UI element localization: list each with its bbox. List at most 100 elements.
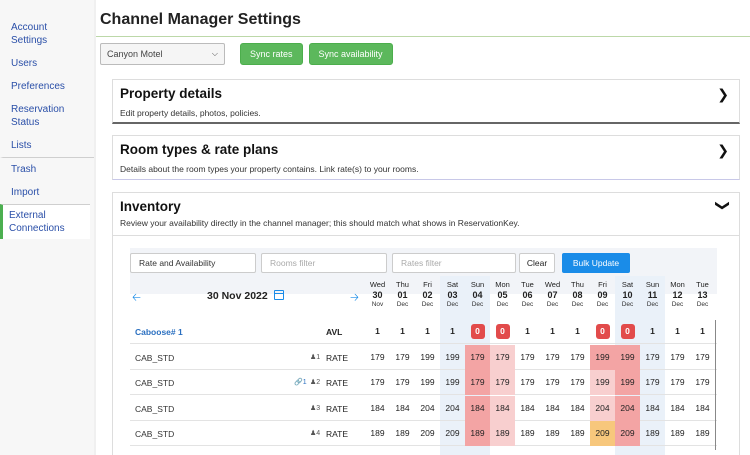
availability-cell[interactable]: 0	[465, 319, 490, 344]
rate-cell[interactable]: 189	[515, 421, 540, 446]
rate-cell[interactable]: 189	[540, 421, 565, 446]
rate-cell[interactable]: 184	[540, 396, 565, 421]
arrow-right-icon[interactable]: 🡢	[350, 289, 359, 308]
rate-cell[interactable]: 199	[415, 370, 440, 395]
rate-cell[interactable]: 179	[690, 345, 715, 370]
rate-cell[interactable]: 199	[415, 345, 440, 370]
rate-cell[interactable]: 179	[640, 345, 665, 370]
rate-cell[interactable]: 199	[590, 370, 615, 395]
room-link[interactable]: Caboose# 1	[135, 327, 183, 337]
chevron-down-icon[interactable]: ❯	[715, 200, 732, 212]
rate-cell[interactable]: 184	[640, 396, 665, 421]
availability-cell[interactable]: 0	[490, 319, 515, 344]
rate-cell[interactable]: 189	[565, 421, 590, 446]
rate-cell[interactable]: 189	[690, 421, 715, 446]
link-icon[interactable]: 🔗1	[294, 378, 307, 386]
room-types-panel[interactable]: Room types & rate plans Details about th…	[112, 135, 740, 180]
scrollbar[interactable]	[715, 320, 716, 450]
calendar-icon[interactable]	[274, 290, 284, 300]
sidebar-item-trash[interactable]: Trash	[0, 157, 94, 181]
occupancy-count: 3	[316, 404, 321, 412]
rate-cell[interactable]: 184	[365, 396, 390, 421]
rate-cell[interactable]: 179	[365, 370, 390, 395]
rate-cell[interactable]: 179	[365, 345, 390, 370]
rate-cell[interactable]: 179	[515, 345, 540, 370]
rate-cell[interactable]: 179	[565, 345, 590, 370]
rate-cell[interactable]: 199	[615, 370, 640, 395]
availability-cell[interactable]: 0	[590, 319, 615, 344]
rate-cell[interactable]: 209	[590, 421, 615, 446]
panel-description: Review your availability directly in the…	[120, 218, 520, 228]
sidebar-item-import[interactable]: Import	[0, 181, 94, 204]
arrow-left-icon[interactable]: 🡠	[132, 289, 141, 308]
rate-cell[interactable]: 179	[665, 370, 690, 395]
sidebar-item-external-connections[interactable]: External Connections	[0, 204, 90, 239]
rate-cell[interactable]: 204	[440, 396, 465, 421]
rate-cell[interactable]: 199	[440, 345, 465, 370]
sidebar-item-account-settings[interactable]: Account Settings	[0, 16, 94, 52]
rate-cell[interactable]: 184	[515, 396, 540, 421]
sync-availability-button[interactable]: Sync availability	[308, 43, 393, 65]
day-mon: Dec	[471, 301, 484, 308]
availability-cell[interactable]: 1	[440, 319, 465, 344]
rate-cell[interactable]: 179	[540, 345, 565, 370]
sync-rates-button[interactable]: Sync rates	[240, 43, 303, 65]
rate-cell[interactable]: 189	[465, 421, 490, 446]
rate-cell[interactable]: 189	[390, 421, 415, 446]
rate-cell[interactable]: 204	[590, 395, 615, 421]
chevron-right-icon[interactable]: ❯	[717, 142, 729, 159]
rate-cell[interactable]: 189	[365, 421, 390, 446]
rate-cell[interactable]: 179	[465, 344, 490, 370]
rate-cell[interactable]: 179	[465, 370, 490, 395]
availability-cell[interactable]: 1	[540, 319, 565, 344]
rate-cell[interactable]: 179	[390, 370, 415, 395]
availability-cell[interactable]: 1	[515, 319, 540, 344]
availability-cell[interactable]: 1	[665, 319, 690, 344]
property-details-panel[interactable]: Property details Edit property details, …	[112, 79, 740, 124]
availability-cell[interactable]: 1	[415, 319, 440, 344]
rooms-filter-input[interactable]: Rooms filter	[261, 253, 387, 273]
rate-cell[interactable]: 204	[415, 396, 440, 421]
rate-cell[interactable]: 209	[615, 421, 640, 446]
availability-cell[interactable]: 1	[640, 319, 665, 344]
rate-cell[interactable]: 204	[615, 395, 640, 421]
availability-cell[interactable]: 1	[390, 319, 415, 344]
rates-filter-input[interactable]: Rates filter	[392, 253, 516, 273]
rate-cell[interactable]: 179	[390, 345, 415, 370]
sidebar-item-users[interactable]: Users	[0, 52, 94, 75]
rate-cell[interactable]: 184	[490, 395, 515, 421]
property-select[interactable]: Canyon Motel ⌵	[100, 43, 225, 65]
sidebar-item-reservation-status[interactable]: Reservation Status	[0, 98, 94, 134]
rate-cell[interactable]: 179	[490, 370, 515, 395]
availability-cell[interactable]: 0	[615, 319, 640, 344]
rate-cell[interactable]: 179	[515, 370, 540, 395]
rate-cell[interactable]: 209	[440, 421, 465, 446]
rate-cell[interactable]: 179	[490, 344, 515, 370]
rate-cell[interactable]: 184	[465, 395, 490, 421]
rate-cell[interactable]: 179	[540, 370, 565, 395]
rate-cell[interactable]: 189	[640, 421, 665, 446]
rate-cell[interactable]: 209	[415, 421, 440, 446]
clear-button[interactable]: Clear	[519, 253, 555, 273]
availability-cell[interactable]: 1	[365, 319, 390, 344]
rate-cell[interactable]: 179	[690, 370, 715, 395]
rate-cell[interactable]: 179	[665, 345, 690, 370]
rate-cell[interactable]: 199	[440, 370, 465, 395]
rate-cell[interactable]: 189	[490, 421, 515, 446]
rate-cell[interactable]: 199	[590, 344, 615, 370]
availability-cell[interactable]: 1	[565, 319, 590, 344]
rate-cell[interactable]: 184	[690, 396, 715, 421]
rate-cell[interactable]: 184	[390, 396, 415, 421]
rate-cell[interactable]: 184	[565, 396, 590, 421]
view-mode-select[interactable]: Rate and Availability	[130, 253, 256, 273]
chevron-right-icon[interactable]: ❯	[717, 86, 729, 103]
bulk-update-button[interactable]: Bulk Update	[562, 253, 630, 273]
rate-cell[interactable]: 179	[640, 370, 665, 395]
rate-cell[interactable]: 184	[665, 396, 690, 421]
sidebar-item-preferences[interactable]: Preferences	[0, 75, 94, 98]
sidebar-item-lists[interactable]: Lists	[0, 134, 94, 157]
rate-cell[interactable]: 199	[615, 344, 640, 370]
rate-cell[interactable]: 189	[665, 421, 690, 446]
availability-cell[interactable]: 1	[690, 319, 715, 344]
rate-cell[interactable]: 179	[565, 370, 590, 395]
